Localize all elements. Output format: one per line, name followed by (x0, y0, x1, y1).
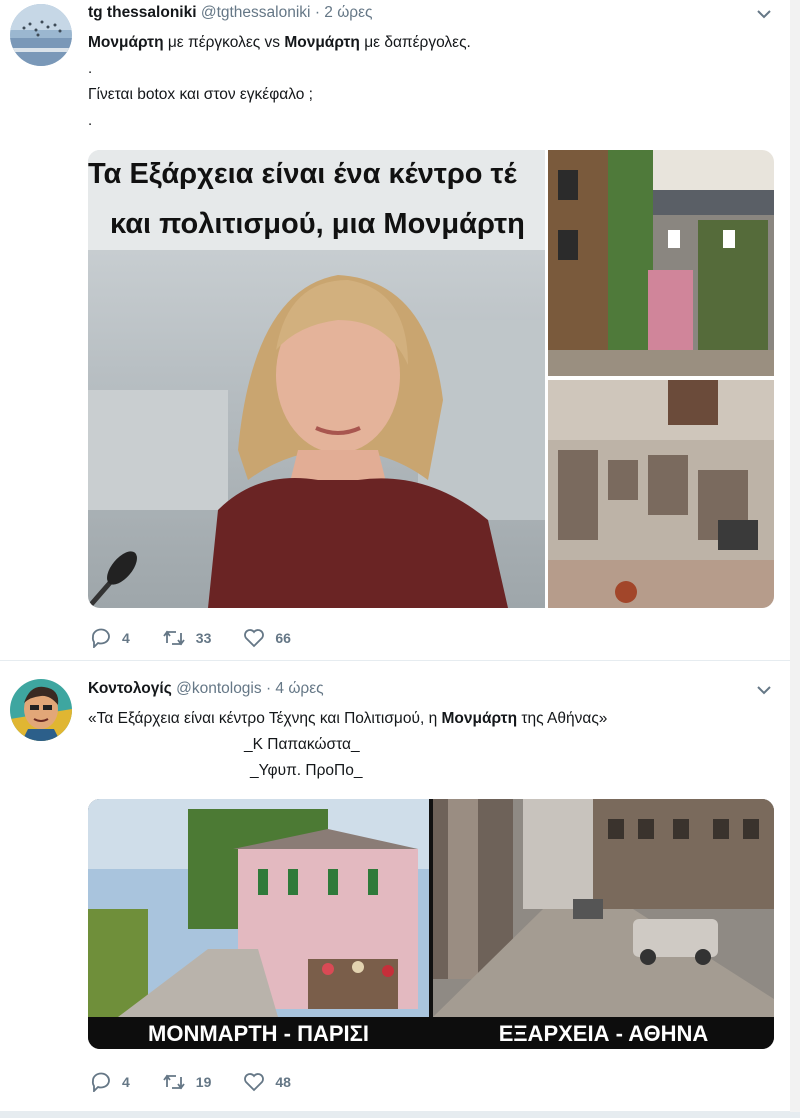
retweet-count: 33 (195, 630, 212, 646)
photo-exarchia-athens[interactable] (433, 799, 774, 1017)
scrollbar[interactable] (790, 0, 800, 1118)
tweet-media[interactable]: Τα Εξάρχεια είναι ένα κέντρο τέ και πολι… (88, 150, 774, 608)
reply-button[interactable]: 4 (90, 1072, 130, 1092)
reply-icon (91, 1072, 110, 1092)
image-caption-2: και πολιτισμού, μια Μονμάρτη (110, 208, 525, 240)
image-caption-1: Τα Εξάρχεια είναι ένα κέντρο τέ (88, 158, 517, 190)
reply-count: 4 (122, 1074, 130, 1090)
retweet-icon (163, 1074, 185, 1090)
bold-word: Μονμάρτη (88, 34, 164, 51)
tweet-text-line: «Τα Εξάρχεια είναι κέντρο Τέχνης και Πολ… (88, 710, 607, 728)
bold-word: Μονμάρτη (441, 710, 518, 727)
avatar[interactable] (10, 4, 72, 66)
divider (0, 1112, 800, 1118)
caption-left: ΜΟΝΜΑΡΤΗ - ΠΑΡΙΣΙ (148, 1021, 369, 1046)
tweet-actions: 4 33 66 (90, 626, 323, 650)
retweet-button[interactable]: 33 (162, 628, 212, 648)
like-button[interactable]: 66 (243, 628, 291, 648)
heart-icon (244, 629, 265, 648)
author-name[interactable]: Κοντολογίς (88, 680, 172, 697)
photo-exarchia-wall[interactable] (548, 380, 774, 608)
photo-montmartre-street[interactable] (548, 150, 774, 376)
timestamp[interactable]: · 4 ώρες (266, 680, 324, 697)
reply-button[interactable]: 4 (90, 628, 130, 648)
like-count: 48 (275, 1074, 291, 1090)
reply-icon (91, 628, 110, 648)
reply-count: 4 (122, 630, 130, 646)
retweet-icon (163, 630, 185, 646)
avatar[interactable] (10, 679, 72, 741)
retweet-count: 19 (195, 1074, 212, 1090)
bold-word: Μονμάρτη (284, 34, 360, 51)
tweet-header: Κοντολογίς @kontologis · 4 ώρες (88, 680, 324, 698)
retweet-button[interactable]: 19 (162, 1072, 212, 1092)
like-count: 66 (275, 630, 291, 646)
text-span: με πέργκολες vs (163, 34, 285, 51)
tweet-text-line: Μονμάρτη με πέργκολες vs Μονμάρτη με δαπ… (88, 34, 471, 52)
chevron-down-icon[interactable] (756, 6, 772, 22)
text-span: «Τα Εξάρχεια είναι κέντρο Τέχνης και Πολ… (88, 710, 442, 727)
tweet-tgthessaloniki[interactable]: tg thessaloniki @tgthessaloniki · 2 ώρες… (0, 0, 790, 661)
chevron-down-icon[interactable] (756, 682, 772, 698)
photo-montmartre-paris[interactable] (88, 799, 429, 1017)
dot-line: . (88, 60, 93, 77)
tweet-kontologis[interactable]: Κοντολογίς @kontologis · 4 ώρες «Τα Εξάρ… (0, 661, 790, 1112)
tweet-actions: 4 19 48 (90, 1070, 323, 1094)
text-span: με δαπέργολες. (359, 34, 471, 51)
heart-icon (244, 1073, 265, 1092)
tweet-text-line: _Κ Παπακώστα_ (244, 736, 360, 753)
author-handle[interactable]: @tgthessaloniki (201, 4, 311, 21)
author-name[interactable]: tg thessaloniki (88, 4, 197, 21)
timestamp[interactable]: · 2 ώρες (315, 4, 373, 21)
dot-line: . (88, 112, 93, 129)
author-handle[interactable]: @kontologis (176, 680, 262, 697)
caption-right: ΕΞΑΡΧΕΙΑ - ΑΘΗΝΑ (498, 1021, 709, 1046)
tweet-header: tg thessaloniki @tgthessaloniki · 2 ώρες (88, 4, 373, 22)
like-button[interactable]: 48 (243, 1072, 291, 1092)
tweet-text-line: _Υφυπ. ΠροΠο_ (250, 762, 363, 779)
text-span: της Αθήνας» (517, 710, 608, 727)
tweet-media[interactable]: ΜΟΝΜΑΡΤΗ - ΠΑΡΙΣΙ ΕΞΑΡΧΕΙΑ - ΑΘΗΝΑ (88, 799, 774, 1049)
tweet-text-line: Γίνεται botox και στον εγκέφαλο ; (88, 86, 313, 103)
